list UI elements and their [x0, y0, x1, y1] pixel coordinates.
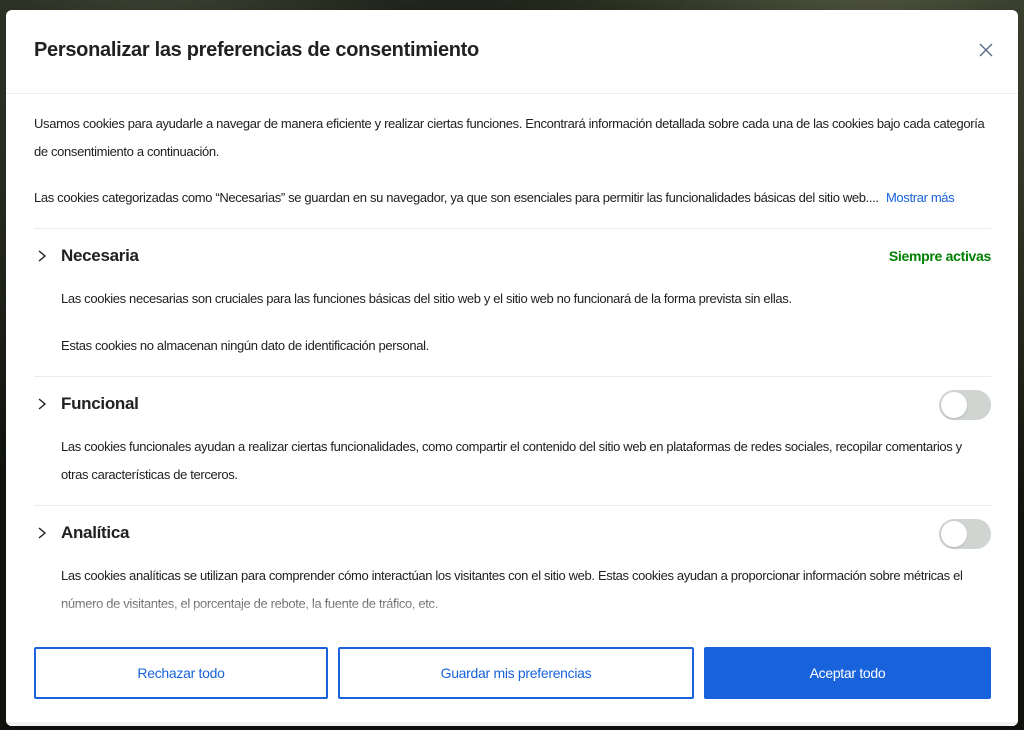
- category-description-text: Estas cookies no almacenan ningún dato d…: [61, 338, 429, 353]
- category-funcional: Funcional Las cookies funcionales ayudan…: [34, 376, 991, 505]
- save-preferences-button[interactable]: Guardar mis preferencias: [338, 647, 694, 699]
- category-description: Las cookies funcionales ayudan a realiza…: [34, 433, 991, 505]
- footer-bottom-strip: [6, 722, 1018, 726]
- category-analitica: Analítica Las cookies analíticas se util…: [34, 505, 991, 618]
- funcional-toggle[interactable]: [939, 390, 991, 420]
- reject-all-button[interactable]: Rechazar todo: [34, 647, 328, 699]
- modal-title: Personalizar las preferencias de consent…: [34, 39, 479, 61]
- category-title: Necesaria: [61, 246, 139, 265]
- chevron-right-icon: [38, 250, 47, 262]
- modal-footer: Rechazar todo Guardar mis preferencias A…: [6, 624, 1018, 726]
- toggle-knob: [941, 521, 967, 547]
- analitica-toggle[interactable]: [939, 519, 991, 549]
- modal-header: Personalizar las preferencias de consent…: [6, 10, 1018, 94]
- category-header-funcional[interactable]: Funcional: [34, 377, 991, 433]
- close-icon: [979, 43, 993, 57]
- category-description-text: Las cookies funcionales ayudan a realiza…: [61, 439, 962, 482]
- modal-body[interactable]: Usamos cookies para ayudarle a navegar d…: [34, 94, 991, 624]
- intro-text: Usamos cookies para ayudarle a navegar d…: [34, 116, 985, 159]
- consent-preferences-modal: Personalizar las preferencias de consent…: [6, 10, 1018, 726]
- chevron-right-icon: [38, 527, 47, 539]
- category-necesaria: Necesaria Siempre activas Las cookies ne…: [34, 228, 991, 376]
- category-description: Las cookies necesarias son cruciales par…: [34, 285, 991, 376]
- close-button[interactable]: [978, 42, 994, 58]
- always-active-badge: Siempre activas: [888, 248, 991, 264]
- intro-section: Usamos cookies para ayudarle a navegar d…: [34, 110, 991, 228]
- category-description-text: Las cookies analíticas se utilizan para …: [61, 568, 963, 611]
- category-description: Las cookies analíticas se utilizan para …: [34, 562, 991, 618]
- chevron-right-icon: [38, 398, 47, 410]
- category-header-analitica[interactable]: Analítica: [34, 506, 991, 562]
- toggle-knob: [941, 392, 967, 418]
- category-title: Analítica: [61, 523, 130, 542]
- show-more-link[interactable]: Mostrar más: [886, 190, 955, 205]
- category-header-necesaria[interactable]: Necesaria Siempre activas: [34, 229, 991, 285]
- category-description-text: Las cookies necesarias son cruciales par…: [61, 291, 792, 306]
- necessary-summary: Las cookies categorizadas como “Necesari…: [34, 184, 991, 228]
- necessary-summary-text: Las cookies categorizadas como “Necesari…: [34, 190, 882, 205]
- category-title: Funcional: [61, 394, 139, 413]
- accept-all-button[interactable]: Aceptar todo: [704, 647, 991, 699]
